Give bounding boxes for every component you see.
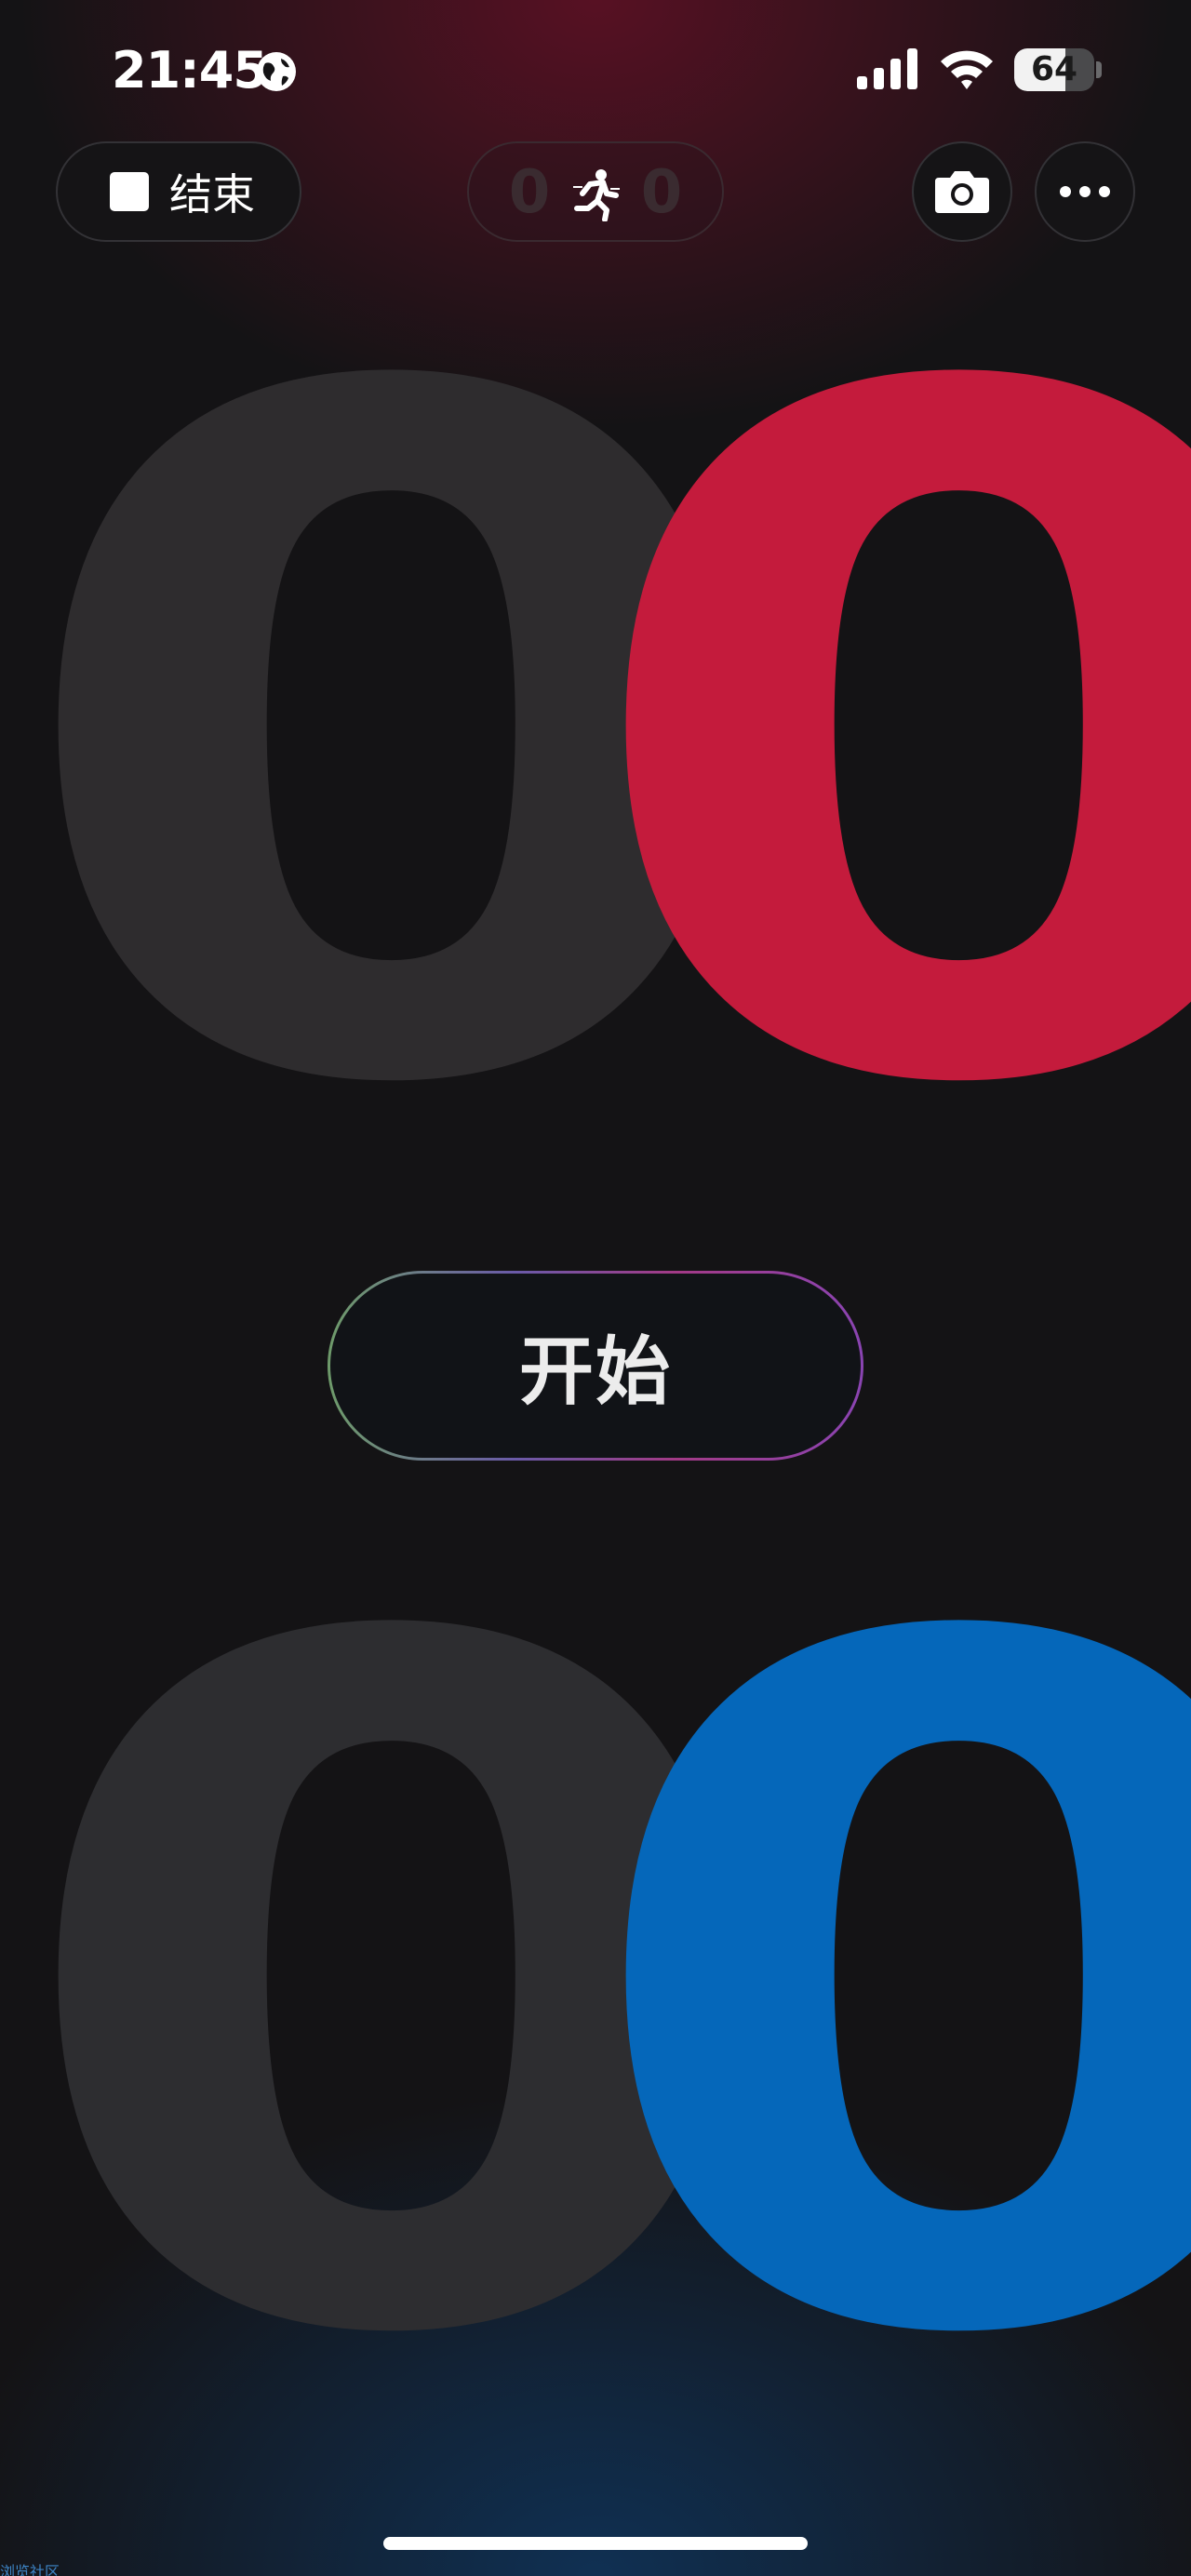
blue-team-tens-value: 0 xyxy=(5,1446,777,2540)
status-time: 21:45 xyxy=(112,41,268,100)
home-indicator[interactable] xyxy=(383,2537,808,2550)
red-team-tens-digit[interactable]: 0 xyxy=(6,273,777,1212)
battery-cap xyxy=(1096,61,1102,78)
signal-icon xyxy=(857,48,917,89)
start-label: 开始 xyxy=(519,1328,672,1415)
wifi-icon xyxy=(941,50,993,89)
watermark-text: 浏览社区 xyxy=(0,2563,60,2576)
blue-team-ones-digit[interactable]: 0 xyxy=(573,1523,1191,2463)
globe-icon xyxy=(257,52,296,91)
blue-team-tens-digit[interactable]: 0 xyxy=(6,1523,777,2463)
start-button-inner: 开始 xyxy=(330,1274,861,1458)
red-team-ones-value: 0 xyxy=(573,273,1191,1212)
start-button[interactable]: 开始 xyxy=(328,1271,863,1461)
scoreboard-screen: 21:45 64 结束 0 0 0 开始 0 浏览社区 xyxy=(0,0,1191,2576)
red-team-ones-digit[interactable]: 0 xyxy=(573,273,1191,1212)
blue-team-ones-value: 0 xyxy=(573,1523,1191,2463)
battery-icon: 64 xyxy=(1014,48,1094,91)
red-team-tens-value: 0 xyxy=(5,195,777,1289)
battery-level: 64 xyxy=(1030,50,1078,88)
